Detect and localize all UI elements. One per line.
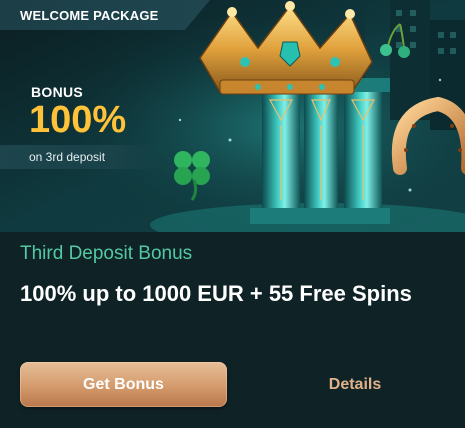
get-bonus-button[interactable]: Get Bonus [20,362,227,407]
ribbon-label: WELCOME PACKAGE [20,7,159,23]
bonus-condition: on 3rd deposit [29,150,106,164]
promo-banner: WELCOME PACKAGE BONUS 100% on 3rd deposi… [0,0,465,232]
bonus-percentage: 100% [29,99,127,141]
offer-details: Third Deposit Bonus 100% up to 1000 EUR … [0,232,465,428]
offer-headline: 100% up to 1000 EUR + 55 Free Spins [20,281,412,306]
welcome-package-ribbon: WELCOME PACKAGE [0,0,210,30]
offer-subtitle: Third Deposit Bonus [20,243,193,264]
details-link[interactable]: Details [255,362,455,407]
bonus-card: WELCOME PACKAGE BONUS 100% on 3rd deposi… [0,0,465,428]
bonus-condition-strip: on 3rd deposit [0,145,160,169]
